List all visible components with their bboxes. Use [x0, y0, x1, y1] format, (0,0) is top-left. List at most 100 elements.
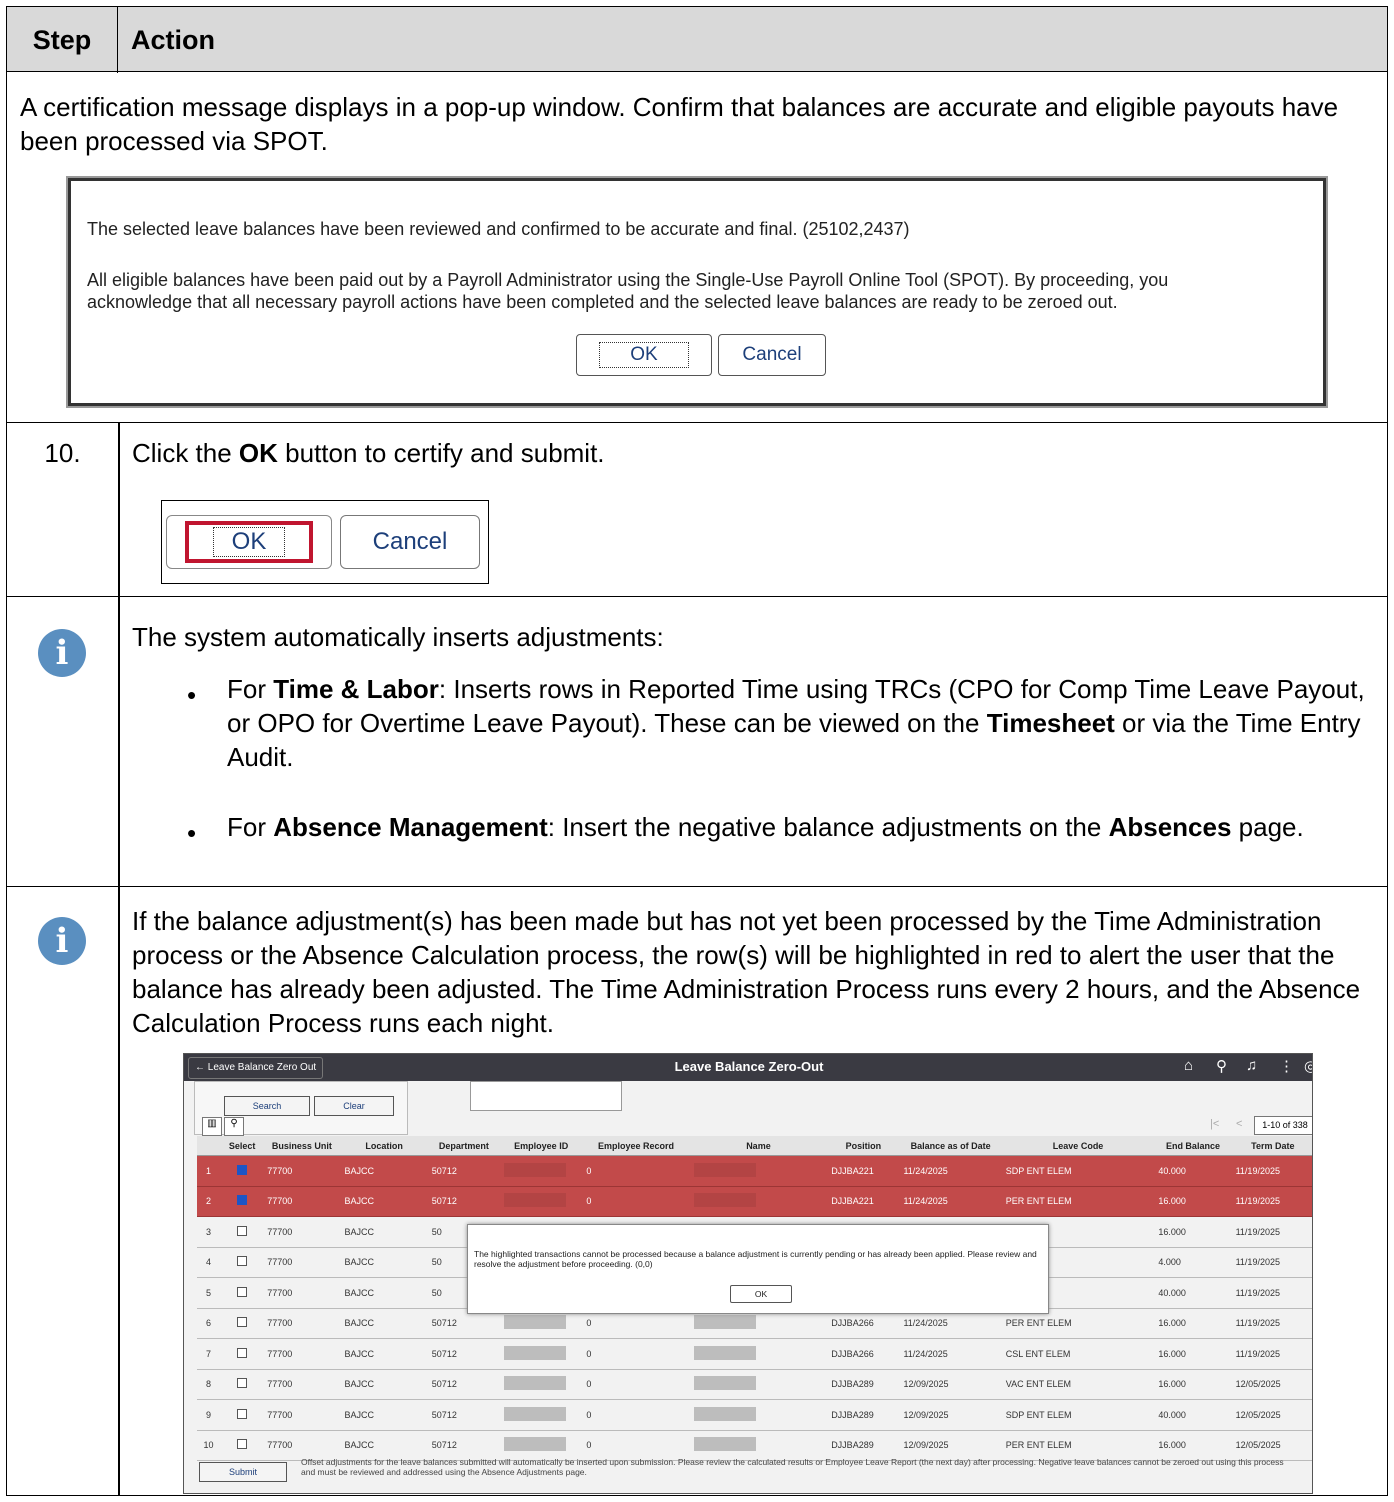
compass-icon[interactable]: ◎	[1304, 1057, 1312, 1075]
table-row[interactable]: 8 77700 BAJCC 50712 0 DJJBA289 12/09/2025 VAC E…	[197, 1369, 1312, 1400]
table-cell: DJJBA221	[827, 1155, 900, 1187]
table-cell: 16.000	[1154, 1338, 1232, 1370]
table-cell: 12/05/2025	[1231, 1399, 1312, 1431]
dialog-ok-button[interactable]: OK	[730, 1285, 792, 1303]
table-cell	[689, 1369, 828, 1400]
instruction-ok: OK	[238, 438, 278, 468]
grid-settings-icon[interactable]: ▥	[202, 1117, 222, 1136]
column-header[interactable]: Select	[221, 1136, 264, 1156]
column-header[interactable]: Balance as of Date	[899, 1136, 1002, 1156]
table-row[interactable]: 7 77700 BAJCC 50712 0 DJJBA266 11/24/2025 CSL E…	[197, 1338, 1312, 1370]
column-header[interactable]: Business Unit	[263, 1136, 341, 1156]
table-cell: 77700	[263, 1247, 341, 1278]
dialog-message: The highlighted transactions cannot be p…	[474, 1249, 1037, 1269]
table-cell: DJJBA289	[827, 1399, 900, 1431]
table-cell	[689, 1155, 828, 1187]
grid-search-icon[interactable]: ⚲	[224, 1117, 244, 1136]
table-cell: 77700	[263, 1369, 341, 1400]
select-checkbox[interactable]	[236, 1164, 247, 1175]
table-cell: BAJCC	[340, 1369, 428, 1400]
select-checkbox[interactable]	[236, 1347, 247, 1358]
table-cell: 50712	[427, 1338, 501, 1370]
table-cell: 0	[582, 1399, 690, 1431]
table-cell: 77700	[263, 1430, 341, 1461]
column-header[interactable]: Location	[340, 1136, 428, 1156]
table-cell: 11/19/2025	[1231, 1247, 1312, 1278]
callout-ok-button[interactable]: OK	[166, 515, 332, 569]
table-row[interactable]: 9 77700 BAJCC 50712 0 DJJBA289 12/09/2025 SDP E…	[197, 1399, 1312, 1431]
table-header: Step Action	[6, 6, 1388, 73]
table-cell: 16.000	[1154, 1430, 1232, 1461]
select-checkbox[interactable]	[236, 1408, 247, 1419]
table-cell: 7	[197, 1338, 222, 1370]
table-cell: VAC ENT ELEM	[1001, 1369, 1155, 1400]
column-header[interactable]	[197, 1136, 222, 1156]
table-cell	[221, 1186, 264, 1217]
header-step: Step	[7, 7, 118, 73]
table-cell	[221, 1216, 264, 1248]
table-cell	[221, 1430, 264, 1461]
pager[interactable]: 1-10 of 338	[1254, 1116, 1312, 1135]
search-icon[interactable]: ⚲	[1216, 1057, 1227, 1075]
table-cell: 3	[197, 1216, 222, 1248]
column-header[interactable]: Employee Record	[582, 1136, 690, 1156]
select-checkbox[interactable]	[236, 1286, 247, 1297]
redacted-value	[693, 1162, 756, 1177]
select-checkbox[interactable]	[236, 1256, 247, 1267]
prev-page-icon[interactable]: <	[1236, 1118, 1242, 1130]
table-cell: PER ENT ELEM	[1001, 1186, 1155, 1217]
table-cell: BAJCC	[340, 1186, 428, 1217]
table-cell: BAJCC	[340, 1308, 428, 1339]
table-cell: 50712	[427, 1430, 501, 1461]
table-cell: 12/09/2025	[899, 1399, 1002, 1431]
popup-cancel-button[interactable]: Cancel	[718, 334, 826, 376]
redacted-value	[504, 1193, 567, 1208]
column-header[interactable]: Employee ID	[500, 1136, 583, 1156]
select-checkbox[interactable]	[236, 1439, 247, 1450]
table-row[interactable]: 2 77700 BAJCC 50712 0 DJJBA221 11/24/2025 PER E…	[197, 1186, 1312, 1217]
table-row[interactable]: 1 77700 BAJCC 50712 0 DJJBA221 11/24/2025 SDP E…	[197, 1155, 1312, 1187]
table-cell	[221, 1338, 264, 1370]
select-checkbox[interactable]	[236, 1225, 247, 1236]
table-cell: 40.000	[1154, 1277, 1232, 1309]
column-header[interactable]: Position	[827, 1136, 900, 1156]
bullet-absence: For Absence Management: Insert the negat…	[227, 812, 1304, 842]
table-cell	[500, 1430, 583, 1461]
search-button[interactable]: Search	[224, 1096, 310, 1116]
leave-balance-screenshot: ← Leave Balance Zero Out Leave Balance Z…	[183, 1053, 1313, 1494]
popup-ok-button[interactable]: OK	[576, 334, 712, 376]
column-header[interactable]: End Balance	[1154, 1136, 1232, 1156]
table-cell: 77700	[263, 1155, 341, 1187]
bullet-icon: •	[187, 818, 197, 848]
popup-ok-label: OK	[599, 342, 689, 368]
table-cell: 11/24/2025	[899, 1155, 1002, 1187]
home-icon[interactable]: ⌂	[1184, 1057, 1193, 1074]
select-checkbox[interactable]	[236, 1195, 247, 1206]
redacted-value	[693, 1376, 756, 1391]
select-checkbox[interactable]	[236, 1378, 247, 1389]
table-cell: 11/19/2025	[1231, 1338, 1312, 1370]
table-cell: 40.000	[1154, 1399, 1232, 1431]
column-header[interactable]: Term Date	[1231, 1136, 1312, 1156]
table-cell: 16.000	[1154, 1216, 1232, 1248]
comments-field[interactable]	[470, 1081, 622, 1111]
table-cell: 0	[582, 1369, 690, 1400]
table-row[interactable]: 10 77700 BAJCC 50712 0 DJJBA289 12/09/2025 PER …	[197, 1430, 1312, 1461]
select-checkbox[interactable]	[236, 1317, 247, 1328]
table-cell: 16.000	[1154, 1369, 1232, 1400]
clear-button[interactable]: Clear	[314, 1096, 394, 1116]
column-header[interactable]: Department	[427, 1136, 501, 1156]
ok-highlight-box: OK	[185, 521, 313, 563]
table-cell: 5	[197, 1277, 222, 1309]
table-cell: 77700	[263, 1216, 341, 1248]
table-cell: PER ENT ELEM	[1001, 1430, 1155, 1461]
callout-cancel-button[interactable]: Cancel	[340, 515, 480, 569]
redacted-value	[504, 1376, 567, 1391]
column-header[interactable]: Name	[689, 1136, 828, 1156]
table-cell: 50712	[427, 1155, 501, 1187]
column-header[interactable]: Leave Code	[1001, 1136, 1155, 1156]
submit-button[interactable]: Submit	[199, 1462, 287, 1482]
first-page-icon[interactable]: |<	[1210, 1118, 1219, 1130]
more-icon[interactable]: ⋮	[1279, 1057, 1294, 1075]
bell-icon[interactable]: ♫	[1246, 1057, 1257, 1074]
